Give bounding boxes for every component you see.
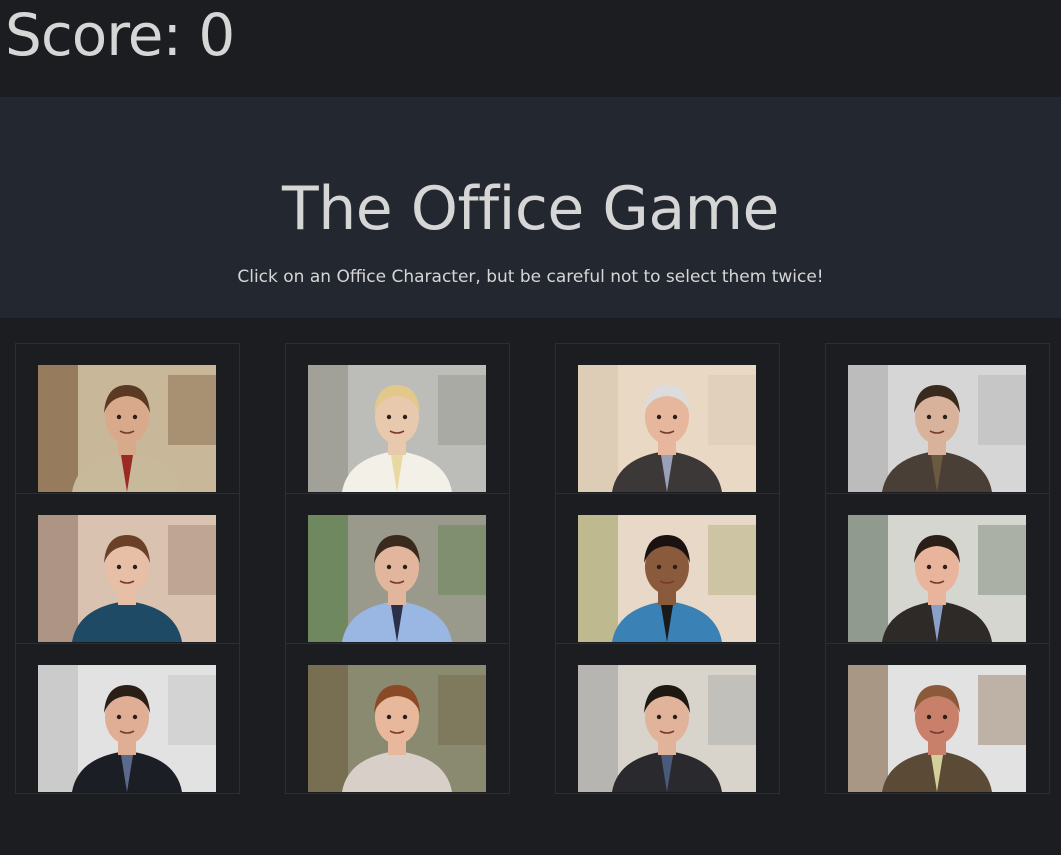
character-photo[interactable] [38,665,216,792]
character-card[interactable] [555,493,780,644]
character-card[interactable] [285,643,510,794]
character-photo[interactable] [308,665,486,792]
character-card[interactable] [825,493,1050,644]
character-photo[interactable] [308,515,486,642]
character-photo[interactable] [848,365,1026,492]
character-card[interactable] [825,343,1050,494]
character-card[interactable] [555,343,780,494]
character-card[interactable] [15,643,240,794]
character-card[interactable] [285,493,510,644]
character-card[interactable] [825,643,1050,794]
header-banner: The Office Game Click on an Office Chara… [0,97,1061,318]
character-photo[interactable] [578,665,756,792]
character-photo[interactable] [38,365,216,492]
character-photo[interactable] [848,665,1026,792]
game-instructions: Click on an Office Character, but be car… [237,267,824,287]
scoreboard: Score: 0 [0,0,1061,97]
character-photo[interactable] [578,365,756,492]
character-card[interactable] [15,493,240,644]
character-photo[interactable] [38,515,216,642]
character-photo[interactable] [848,515,1026,642]
page-title: The Office Game [282,174,779,244]
character-photo[interactable] [578,515,756,642]
character-card[interactable] [555,643,780,794]
character-grid [0,318,1061,855]
character-card[interactable] [15,343,240,494]
character-card[interactable] [285,343,510,494]
score-display: Score: 0 [5,1,235,69]
character-photo[interactable] [308,365,486,492]
